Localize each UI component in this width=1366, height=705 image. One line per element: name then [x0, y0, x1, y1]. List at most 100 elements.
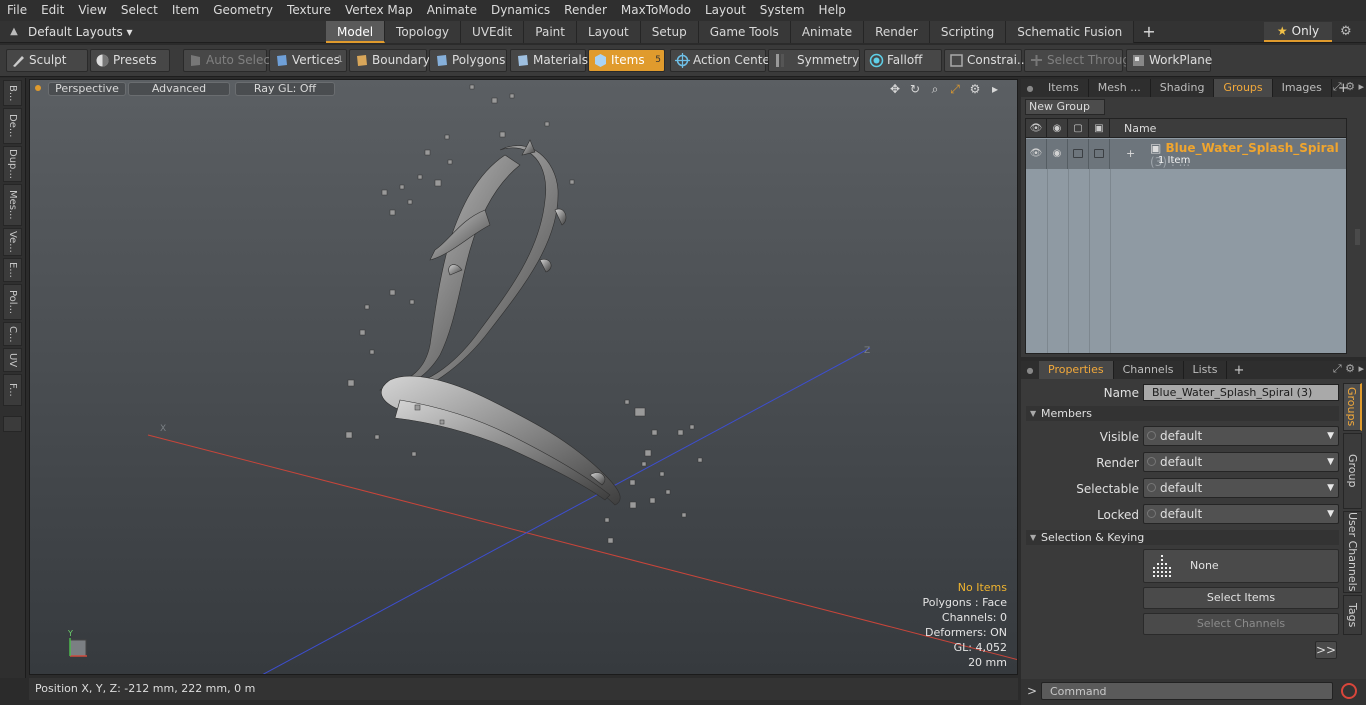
menu-geometry[interactable]: Geometry: [206, 0, 280, 21]
tab-lists[interactable]: Lists: [1184, 361, 1228, 379]
select-channels-button[interactable]: Select Channels: [1143, 613, 1339, 635]
left-tab-basic[interactable]: B...: [3, 80, 22, 106]
lock-cube-icon[interactable]: ▢: [1068, 119, 1089, 138]
vertices-button[interactable]: Vertices 1: [269, 49, 347, 72]
tab-groups[interactable]: Groups: [1214, 79, 1273, 97]
tab-shading[interactable]: Shading: [1151, 79, 1215, 97]
tab-mesh[interactable]: Mesh ...: [1089, 79, 1151, 97]
none-button[interactable]: None: [1143, 549, 1339, 583]
symmetry-button[interactable]: Symmetry: [768, 49, 860, 72]
menu-item[interactable]: Item: [165, 0, 206, 21]
row-select-checkbox[interactable]: [1089, 139, 1110, 169]
menu-edit[interactable]: Edit: [34, 0, 71, 21]
panel-expand-icon[interactable]: ⤢ ⚙ ▸: [1333, 80, 1364, 94]
move-view-icon[interactable]: ✥: [887, 81, 903, 97]
collapse-up-icon[interactable]: ▲: [0, 26, 28, 37]
menu-view[interactable]: View: [71, 0, 113, 21]
side-tab-group-display[interactable]: Group Display: [1343, 433, 1362, 509]
members-section[interactable]: ▼ Members: [1026, 406, 1339, 421]
tab-uvedit[interactable]: UVEdit: [461, 21, 525, 43]
zoom-view-icon[interactable]: ⌕: [927, 81, 943, 97]
scene-render[interactable]: X Z Y: [30, 80, 1018, 675]
left-tab-mesh[interactable]: Mes...: [3, 184, 22, 226]
tab-layout[interactable]: Layout: [576, 21, 641, 43]
falloff-button[interactable]: Falloff: [864, 49, 942, 72]
workplane-button[interactable]: WorkPlane: [1126, 49, 1212, 72]
menu-select[interactable]: Select: [114, 0, 165, 21]
items-button[interactable]: Items 5: [588, 49, 665, 72]
group-name-field[interactable]: Blue_Water_Splash_Spiral (3): [1143, 384, 1339, 401]
tab-animate[interactable]: Animate: [790, 21, 865, 43]
maximize-view-icon[interactable]: ⤢: [947, 81, 963, 97]
menu-help[interactable]: Help: [812, 0, 853, 21]
menu-animate[interactable]: Animate: [420, 0, 484, 21]
left-tab-fusion[interactable]: F...: [3, 374, 22, 406]
viewport-gear-icon[interactable]: ⚙: [967, 81, 983, 97]
left-tab-uv[interactable]: UV: [3, 348, 22, 372]
tab-properties[interactable]: Properties: [1039, 361, 1114, 379]
props-expand-icon[interactable]: ⤢ ⚙ ▸: [1333, 362, 1364, 376]
group-list[interactable]: 👁 ◉ ▢ ▣ Name 👁 ◉ + ▣ Blue_Water_Splash_S…: [1025, 118, 1347, 354]
command-input[interactable]: [1041, 682, 1333, 700]
select-through-button[interactable]: Select Through: [1024, 49, 1138, 72]
left-tab-curve[interactable]: C...: [3, 322, 22, 346]
auto-select-button[interactable]: Auto Select: [183, 49, 275, 72]
sculpt-button[interactable]: Sculpt: [6, 49, 88, 72]
left-tab-deform[interactable]: De...: [3, 108, 22, 144]
side-tab-tags[interactable]: Tags: [1343, 595, 1362, 635]
selection-keying-section[interactable]: ▼ Selection & Keying: [1026, 530, 1339, 545]
menu-vertex-map[interactable]: Vertex Map: [338, 0, 420, 21]
menu-file[interactable]: File: [0, 0, 34, 21]
group-row[interactable]: 👁 ◉ + ▣ Blue_Water_Splash_Spiral (3) : .…: [1026, 139, 1346, 169]
polygons-button[interactable]: Polygons: [429, 49, 507, 72]
render-icon[interactable]: ◉: [1047, 119, 1068, 138]
expand-group-icon[interactable]: +: [1126, 147, 1135, 160]
boundary-button[interactable]: Boundary: [349, 49, 430, 72]
tab-schematic-fusion[interactable]: Schematic Fusion: [1006, 21, 1135, 43]
row-render-icon[interactable]: ◉: [1047, 139, 1068, 169]
tab-model[interactable]: Model: [326, 21, 386, 43]
tab-scripting[interactable]: Scripting: [929, 21, 1007, 43]
materials-button[interactable]: Materials: [510, 49, 588, 72]
props-menu-icon[interactable]: ●: [1021, 366, 1039, 375]
menu-maxtomodo[interactable]: MaxToModo: [614, 0, 698, 21]
group-list-scrollbar[interactable]: [1355, 229, 1360, 245]
select-items-button[interactable]: Select Items: [1143, 587, 1339, 609]
play-icon[interactable]: ▸: [987, 81, 1003, 97]
left-tab-vertex[interactable]: Ve...: [3, 228, 22, 256]
perspective-button[interactable]: Perspective: [48, 82, 126, 96]
name-column-header[interactable]: Name: [1124, 119, 1156, 138]
layouts-dropdown[interactable]: Default Layouts ▾: [28, 25, 148, 39]
tab-images[interactable]: Images: [1273, 79, 1332, 97]
render-dropdown[interactable]: default ▼: [1143, 452, 1339, 472]
row-lock-checkbox[interactable]: [1068, 139, 1089, 169]
tab-channels[interactable]: Channels: [1114, 361, 1184, 379]
locked-dropdown[interactable]: default ▼: [1143, 504, 1339, 524]
left-tab-duplicate[interactable]: Dup...: [3, 146, 22, 182]
tab-paint[interactable]: Paint: [524, 21, 577, 43]
add-tab-icon[interactable]: +: [1134, 21, 1163, 43]
tab-topology[interactable]: Topology: [385, 21, 462, 43]
visible-dropdown[interactable]: default ▼: [1143, 426, 1339, 446]
left-tab-edge[interactable]: E...: [3, 258, 22, 282]
viewport-options-icon[interactable]: [35, 85, 41, 91]
side-tab-user-channels[interactable]: User Channels: [1343, 511, 1362, 593]
action-center-button[interactable]: Action Center: [670, 49, 775, 72]
new-group-button[interactable]: New Group: [1025, 99, 1105, 115]
menu-dynamics[interactable]: Dynamics: [484, 0, 557, 21]
tab-game-tools[interactable]: Game Tools: [698, 21, 791, 43]
left-tab-polygon[interactable]: Pol...: [3, 284, 22, 320]
left-tab-extra[interactable]: [3, 416, 22, 432]
menu-system[interactable]: System: [753, 0, 812, 21]
selectable-dropdown[interactable]: default ▼: [1143, 478, 1339, 498]
side-tab-groups[interactable]: Groups: [1343, 383, 1362, 431]
row-eye-icon[interactable]: 👁: [1026, 139, 1047, 169]
panel-menu-icon[interactable]: ●: [1021, 84, 1039, 93]
presets-button[interactable]: Presets: [90, 49, 170, 72]
record-icon[interactable]: [1341, 683, 1357, 699]
menu-render[interactable]: Render: [557, 0, 614, 21]
rotate-view-icon[interactable]: ↻: [907, 81, 923, 97]
tab-items[interactable]: Items: [1039, 79, 1089, 97]
menu-texture[interactable]: Texture: [280, 0, 338, 21]
menu-layout[interactable]: Layout: [698, 0, 753, 21]
